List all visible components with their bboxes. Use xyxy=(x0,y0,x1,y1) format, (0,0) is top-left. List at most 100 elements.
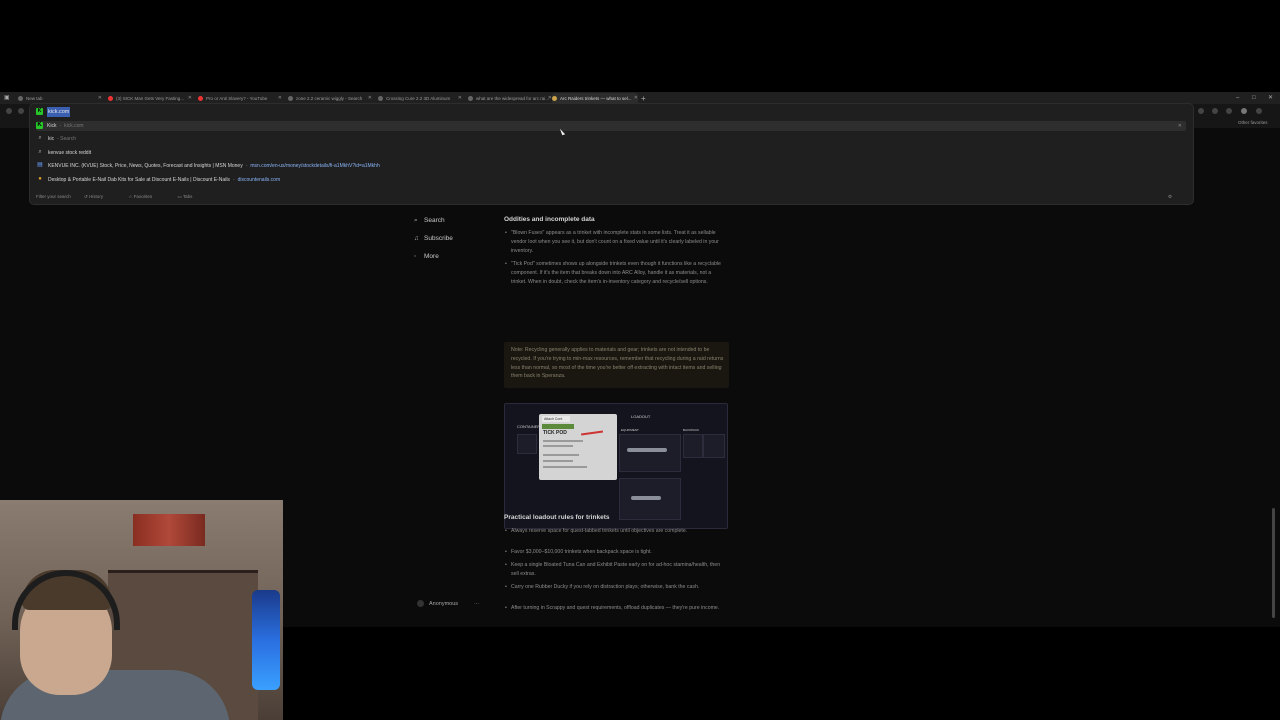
search-filter-bar: Filter your search ↺ History ☆ Favorites… xyxy=(36,192,1186,202)
close-icon[interactable]: ✕ xyxy=(278,93,282,104)
search-icon: ⌕ xyxy=(38,149,42,156)
address-bar[interactable]: K kick.com xyxy=(36,107,1186,117)
divider xyxy=(543,466,587,468)
search-icon xyxy=(288,96,293,102)
youtube-icon xyxy=(198,96,203,102)
divider xyxy=(543,460,573,462)
tab-new-tab[interactable]: New tab ✕ xyxy=(18,93,102,104)
page-icon xyxy=(468,96,473,102)
backpack-slot xyxy=(703,434,725,458)
filter-history-label: History xyxy=(89,194,104,199)
page-icon xyxy=(552,96,557,102)
refresh-icon[interactable] xyxy=(18,108,24,114)
profile-avatar[interactable] xyxy=(1241,108,1247,114)
section-heading: Oddities and incomplete data xyxy=(504,216,595,223)
kick-logo-icon: K xyxy=(36,122,43,130)
image-label: BACKPACK xyxy=(683,428,700,432)
item-tooltip-card: Attach Cont TICK POD xyxy=(539,414,617,480)
tab-search[interactable]: zone 2.2 ceramic wiggly - Search ✕ xyxy=(288,93,372,104)
maximize-icon[interactable]: □ xyxy=(1252,93,1256,104)
scrollbar[interactable] xyxy=(1272,508,1275,618)
sidebar-item-label: Search xyxy=(424,217,445,224)
tab-youtube-1[interactable]: (3) SICK Man Gets Very Fasting... ✕ xyxy=(108,93,192,104)
close-icon[interactable]: ✕ xyxy=(98,93,102,104)
tab-label: New tab xyxy=(26,96,43,101)
avatar xyxy=(417,600,424,607)
search-icon: ⌕ xyxy=(414,217,418,224)
suggestion-label: kic xyxy=(48,136,55,142)
more-menu-icon[interactable] xyxy=(1256,108,1262,114)
suggestion-item[interactable]: ▤ KENVUE INC. (KVUE) Stock, Price, News, … xyxy=(36,161,1186,171)
filter-history[interactable]: ↺ History xyxy=(84,194,115,199)
wall-painting xyxy=(133,514,205,546)
note-callout: Note: Recycling generally applies to mat… xyxy=(504,342,729,388)
section-heading: Practical loadout rules for trinkets xyxy=(504,514,610,521)
article-image: CONTAINERS Attach Cont TICK POD LOADOUT … xyxy=(504,403,728,529)
msn-icon: ▤ xyxy=(37,162,43,169)
suggestion-item[interactable]: K Kick - kick.com ✕ xyxy=(36,121,1186,131)
user-name: Anonymous xyxy=(429,600,459,607)
sidebar-item-search[interactable]: ⌕ Search xyxy=(414,217,445,225)
minimize-icon[interactable]: – xyxy=(1236,93,1239,104)
suggestion-hint: - Search xyxy=(57,136,77,142)
tab-actions-icon[interactable]: ▣ xyxy=(4,93,10,104)
user-account[interactable]: Anonymous ··· xyxy=(417,600,480,607)
weapon-icon xyxy=(631,496,661,500)
bell-icon: ♫ xyxy=(414,235,419,242)
site-icon: ● xyxy=(38,176,42,183)
list-item: "Tick Pod" sometimes shows up alongside … xyxy=(505,260,723,287)
list-item: Keep a single Bloated Tuna Can and Exhib… xyxy=(505,561,723,579)
weapon-slot xyxy=(619,434,681,472)
close-window-icon[interactable]: ✕ xyxy=(1268,93,1273,104)
image-label: LOADOUT xyxy=(631,414,651,419)
extensions-icon[interactable] xyxy=(1198,108,1204,114)
page-icon xyxy=(18,96,23,102)
suggestion-item[interactable]: ⌕ kenvue stock reddit xyxy=(36,148,1186,158)
close-icon[interactable]: ✕ xyxy=(368,93,372,104)
tab-label: Arc Raiders trinkets — what to sel... xyxy=(560,96,632,101)
back-icon[interactable] xyxy=(6,108,12,114)
divider xyxy=(543,445,573,447)
suggestion-label: KENVUE INC. (KVUE) Stock, Price, News, Q… xyxy=(48,163,243,169)
collections-icon[interactable] xyxy=(1226,108,1232,114)
webcam-overlay xyxy=(0,500,283,720)
list-item: Always reserve space for quest-tabbed tr… xyxy=(505,527,723,536)
lamp xyxy=(252,590,280,690)
list-item: Carry one Rubber Ducky if you rely on di… xyxy=(505,583,723,592)
image-label: TICK POD xyxy=(543,430,567,436)
image-label: EQUIPMENT xyxy=(621,428,639,432)
sidebar-item-more[interactable]: ◦ More xyxy=(414,253,439,260)
filter-favorites-label: Favorites xyxy=(133,194,153,199)
suggestion-item[interactable]: ⌕ kic - Search xyxy=(36,134,1186,144)
gear-icon[interactable]: ⚙ xyxy=(1168,192,1172,202)
close-icon[interactable]: ✕ xyxy=(634,93,638,104)
tab-arc-trinkets[interactable]: Arc Raiders trinkets — what to sel... ✕ xyxy=(552,93,638,104)
other-favorites-folder[interactable]: Other favorites xyxy=(1238,120,1268,125)
list-item: "Blown Fuses" appears as a trinket with … xyxy=(505,229,723,256)
remove-suggestion-icon[interactable]: ✕ xyxy=(1178,121,1182,131)
status-badge xyxy=(542,424,574,429)
close-icon[interactable]: ✕ xyxy=(188,93,192,104)
address-input[interactable]: kick.com xyxy=(47,107,71,117)
suggestion-url: kick.com xyxy=(64,123,84,129)
favorites-icon[interactable] xyxy=(1212,108,1218,114)
sidebar-item-subscribe[interactable]: ♫ Subscribe xyxy=(414,235,453,242)
new-tab-button[interactable]: + xyxy=(641,93,646,104)
sidebar-item-label: Subscribe xyxy=(424,235,453,242)
filter-tabs[interactable]: ▭ Tabs xyxy=(177,194,204,199)
tab-youtube-2[interactable]: Pro or Anti Slavery? - YouTube ✕ xyxy=(198,93,282,104)
kick-logo-icon: K xyxy=(36,108,43,115)
search-icon: ⌕ xyxy=(38,135,42,142)
user-menu-button[interactable]: ··· xyxy=(474,601,480,607)
suggestion-label: Desktop & Portable E-Nail Dab Kits for S… xyxy=(48,177,230,183)
suggestion-url: msn.com/en-us/money/stockdetails/fi-a1Mk… xyxy=(250,163,380,169)
close-icon[interactable]: ✕ xyxy=(458,93,462,104)
youtube-icon xyxy=(108,96,113,102)
tab-crossing-cure[interactable]: Crossing Cure 2.2 3D Aluminum ✕ xyxy=(378,93,462,104)
divider xyxy=(543,454,579,456)
more-icon: ◦ xyxy=(414,253,417,260)
suggestion-label: kenvue stock reddit xyxy=(48,150,92,156)
tab-arc-widespread[interactable]: what are the widespread for arc rai... ✕ xyxy=(468,93,552,104)
suggestion-item[interactable]: ● Desktop & Portable E-Nail Dab Kits for … xyxy=(36,175,1186,185)
filter-favorites[interactable]: ☆ Favorites xyxy=(128,194,164,199)
